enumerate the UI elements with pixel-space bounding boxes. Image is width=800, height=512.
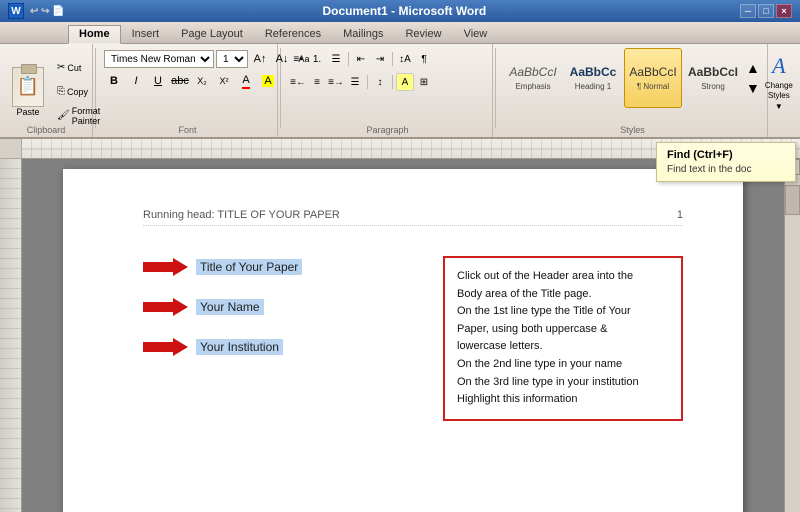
line-spacing-button[interactable]: ↕ (371, 73, 389, 91)
multilevel-button[interactable]: ☰ (327, 50, 345, 68)
align-left-button[interactable]: ≡← (289, 73, 307, 91)
copy-button[interactable]: ⎘Copy (52, 81, 88, 103)
doc-line-3: Your Institution (143, 336, 423, 358)
tooltip-description: Find text in the doc (667, 164, 785, 175)
increase-indent-button[interactable]: ⇥ (371, 50, 389, 68)
doc-left-column: Title of Your Paper Your Name (143, 256, 423, 421)
close-button[interactable]: × (776, 4, 792, 18)
change-styles-icon: A (772, 53, 785, 79)
document-content: Title of Your Paper Your Name (143, 256, 683, 421)
tab-home[interactable]: Home (68, 25, 121, 44)
doc-line-3-text: Your Institution (196, 339, 283, 355)
ribbon-tabs: Home Insert Page Layout References Maili… (0, 22, 800, 44)
document-page: Running head: TITLE OF YOUR PAPER 1 Tit (63, 169, 743, 512)
highlight-button[interactable]: A (258, 72, 278, 90)
instruction-line-8: Highlight this information (457, 391, 669, 409)
arrow-icon-1 (143, 256, 188, 278)
tab-page-layout[interactable]: Page Layout (170, 25, 254, 44)
borders-button[interactable]: ⊞ (415, 73, 433, 91)
font-size-select[interactable]: 12 (216, 50, 248, 68)
strikethrough-button[interactable]: abc (170, 72, 190, 90)
paste-icon: 📋 (12, 67, 44, 107)
doc-line-2: Your Name (143, 296, 423, 318)
instruction-line-4: Paper, using both uppercase & (457, 321, 669, 339)
scroll-thumb[interactable] (785, 185, 800, 215)
tab-view[interactable]: View (453, 25, 499, 44)
numbering-button[interactable]: 1. (308, 50, 326, 68)
paste-button[interactable]: 📋 Paste (6, 64, 50, 120)
show-para-button[interactable]: ¶ (415, 50, 433, 68)
tab-review[interactable]: Review (394, 25, 452, 44)
window-controls[interactable]: ─ □ × (740, 4, 792, 18)
cut-button[interactable]: ✂Cut (52, 57, 88, 79)
bullets-button[interactable]: ≡• (289, 50, 307, 68)
style-heading1-button[interactable]: AaBbCc Heading 1 (564, 48, 622, 108)
bold-button[interactable]: B (104, 72, 124, 90)
document-canvas[interactable]: Running head: TITLE OF YOUR PAPER 1 Tit (22, 159, 784, 512)
vertical-scrollbar[interactable]: ▲ (784, 159, 800, 512)
clipboard-section: 📋 Paste ✂Cut ⎘Copy 🖌Format Painter (0, 44, 93, 137)
styles-section: AaBbCcI Emphasis AaBbCc Heading 1 AaBbCc… (498, 44, 768, 137)
header-page-number: 1 (677, 209, 683, 221)
arrow-icon-3 (143, 336, 188, 358)
tooltip-title: Find (Ctrl+F) (667, 149, 785, 161)
tab-mailings[interactable]: Mailings (332, 25, 394, 44)
page-header: Running head: TITLE OF YOUR PAPER 1 (143, 209, 683, 226)
clipboard-label: Clipboard (0, 125, 92, 135)
ribbon: 📋 Paste ✂Cut ⎘Copy 🖌Format Painter (0, 44, 800, 139)
grow-font-button[interactable]: A↑ (250, 50, 270, 68)
doc-line-2-text: Your Name (196, 299, 264, 315)
tab-insert[interactable]: Insert (121, 25, 171, 44)
doc-line-1-text: Title of Your Paper (196, 259, 302, 275)
app-icon: W (8, 3, 24, 19)
superscript-button[interactable]: X² (214, 72, 234, 90)
title-bar: W ↩ ↪ 📄 Document1 - Microsoft Word ─ □ × (0, 0, 800, 22)
arrow-icon-2 (143, 296, 188, 318)
instruction-line-1: Click out of the Header area into the (457, 268, 669, 286)
title-bar-text: Document1 - Microsoft Word (69, 4, 740, 18)
sort-button[interactable]: ↕A (396, 50, 414, 68)
align-right-button[interactable]: ≡→ (327, 73, 345, 91)
style-normal-button[interactable]: AaBbCcI ¶ Normal (624, 48, 682, 108)
paragraph-section: ≡• 1. ☰ ⇤ ⇥ ↕A ¶ ≡← ≡ ≡→ ☰ ↕ (283, 44, 493, 137)
main-area: Running head: TITLE OF YOUR PAPER 1 Tit (0, 159, 800, 512)
doc-line-1: Title of Your Paper (143, 256, 423, 278)
justify-button[interactable]: ☰ (346, 73, 364, 91)
align-center-button[interactable]: ≡ (308, 73, 326, 91)
style-strong-button[interactable]: AaBbCcI Strong (684, 48, 742, 108)
styles-label: Styles (498, 125, 767, 135)
instruction-line-3: On the 1st line type the Title of Your (457, 303, 669, 321)
subscript-button[interactable]: X₂ (192, 72, 212, 90)
font-section: Times New Roman 12 A↑ A↓ Aa B I U abc X₂… (98, 44, 278, 137)
tab-references[interactable]: References (254, 25, 332, 44)
ruler-corner (0, 139, 22, 159)
instruction-line-5: lowercase letters. (457, 338, 669, 356)
instruction-line-6: On the 2nd line type in your name (457, 356, 669, 374)
shading-button[interactable]: A (396, 73, 414, 91)
header-text: Running head: TITLE OF YOUR PAPER (143, 209, 340, 221)
instruction-box: Click out of the Header area into the Bo… (443, 256, 683, 421)
font-label: Font (98, 125, 277, 135)
underline-button[interactable]: U (148, 72, 168, 90)
vertical-ruler (0, 159, 22, 512)
maximize-button[interactable]: □ (758, 4, 774, 18)
change-styles-button[interactable]: A ChangeStyles ▼ (764, 48, 794, 116)
instruction-line-2: Body area of the Title page. (457, 286, 669, 304)
decrease-indent-button[interactable]: ⇤ (352, 50, 370, 68)
instruction-line-7: On the 3rd line type in your institution (457, 374, 669, 392)
italic-button[interactable]: I (126, 72, 146, 90)
style-emphasis-button[interactable]: AaBbCcI Emphasis (504, 48, 562, 108)
format-painter-button[interactable]: 🖌Format Painter (52, 105, 88, 127)
font-color-button[interactable]: A (236, 72, 256, 90)
tooltip-box: Find (Ctrl+F) Find text in the doc (656, 142, 796, 182)
font-name-select[interactable]: Times New Roman (104, 50, 214, 68)
paragraph-label: Paragraph (283, 125, 492, 135)
minimize-button[interactable]: ─ (740, 4, 756, 18)
